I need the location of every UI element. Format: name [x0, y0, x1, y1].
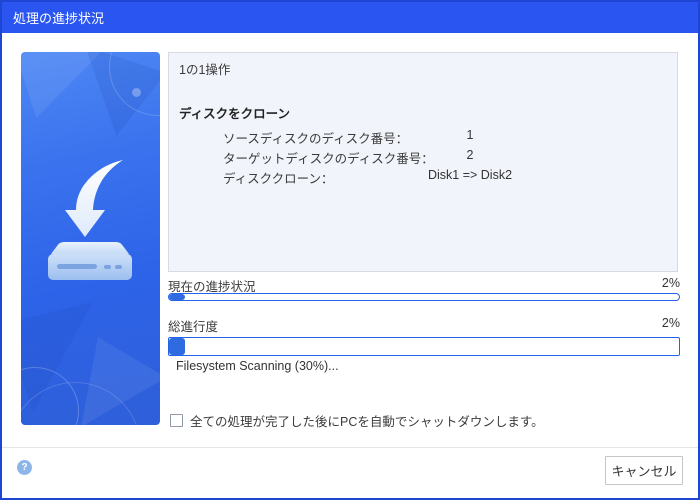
- detail-value: 1: [466, 128, 474, 142]
- dialog-window: 処理の進捗状況 1の1操作 ディスクをクローン ソースディスクのディスク番号： …: [0, 0, 700, 500]
- clone-illustration-panel: [21, 52, 160, 425]
- question-icon: ?: [21, 462, 28, 473]
- decor-dot: [132, 88, 141, 97]
- operation-info-panel: 1の1操作 ディスクをクローン ソースディスクのディスク番号： 1 ターゲットデ…: [168, 52, 678, 272]
- detail-label: ディスククローン：: [223, 172, 334, 186]
- help-button[interactable]: ?: [17, 460, 32, 475]
- total-progress-bar: [168, 337, 680, 356]
- operation-counter: 1の1操作: [179, 63, 231, 77]
- detail-value: Disk1 => Disk2: [427, 168, 513, 182]
- current-progress-fill: [169, 294, 186, 300]
- total-progress-row: 総進行度 2%: [168, 316, 680, 335]
- detail-label: ターゲットディスクのディスク番号：: [223, 152, 434, 166]
- shutdown-option-row: 全ての処理が完了した後にPCを自動でシャットダウンします。: [170, 411, 544, 430]
- operation-detail-row: ターゲットディスクのディスク番号： 2: [223, 148, 667, 166]
- footer-divider: [2, 447, 698, 448]
- dialog-title: 処理の進捗状況: [13, 11, 105, 26]
- operation-detail-row: ソースディスクのディスク番号： 1: [223, 128, 667, 146]
- operation-detail-row: ディスククローン： Disk1 => Disk2: [223, 168, 667, 186]
- total-progress-percent: 2%: [661, 316, 680, 330]
- total-progress-label: 総進行度: [168, 320, 219, 334]
- total-progress-fill: [169, 338, 186, 355]
- detail-label: ソースディスクのディスク番号：: [223, 132, 409, 146]
- shutdown-checkbox-label[interactable]: 全ての処理が完了した後にPCを自動でシャットダウンします。: [190, 411, 544, 430]
- disk-download-icon: [35, 158, 145, 298]
- status-text: Filesystem Scanning (30%)...: [176, 359, 339, 373]
- decor-polygon: [21, 52, 101, 118]
- task-title: ディスクをクローン: [179, 107, 291, 121]
- detail-value: 2: [466, 148, 474, 162]
- shutdown-checkbox[interactable]: [170, 414, 183, 427]
- current-progress-bar: [168, 293, 680, 301]
- cancel-button[interactable]: キャンセル: [605, 456, 683, 485]
- title-bar: 処理の進捗状況: [2, 2, 698, 33]
